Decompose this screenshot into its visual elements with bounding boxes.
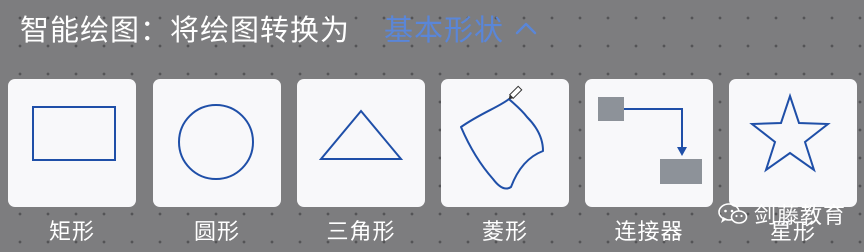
header-title: 智能绘图：将绘图转换为	[20, 13, 351, 47]
shape-type-label: 基本形状	[384, 13, 505, 47]
connector-icon	[598, 97, 702, 184]
shape-label-circle: 圆形	[193, 220, 240, 245]
shape-label-diamond: 菱形	[481, 220, 528, 245]
circle-icon	[178, 104, 254, 180]
shape-card-rectangle[interactable]	[8, 79, 136, 207]
header: 智能绘图：将绘图转换为 基本形状	[20, 6, 538, 50]
shape-label-connector: 连接器	[614, 220, 684, 245]
triangle-icon	[318, 109, 404, 160]
watermark-text: 剑藤教育	[754, 204, 847, 229]
shape-label-triangle: 三角形	[326, 220, 396, 245]
rectangle-icon	[32, 106, 116, 161]
wechat-icon	[718, 203, 748, 224]
watermark: 剑藤教育	[718, 198, 846, 230]
shape-card-connector[interactable]	[585, 79, 713, 207]
shape-card-diamond[interactable]	[441, 79, 569, 207]
shape-label-rectangle: 矩形	[48, 220, 95, 245]
shape-card-star[interactable]	[729, 79, 857, 207]
chevron-up-icon	[515, 22, 537, 35]
diamond-sketch-icon	[460, 85, 544, 190]
shape-card-circle[interactable]	[153, 79, 281, 207]
pencil-icon	[508, 85, 523, 100]
shape-type-dropdown[interactable]: 基本形状	[384, 7, 538, 49]
shape-card-triangle[interactable]	[297, 79, 425, 207]
star-icon	[749, 92, 831, 173]
